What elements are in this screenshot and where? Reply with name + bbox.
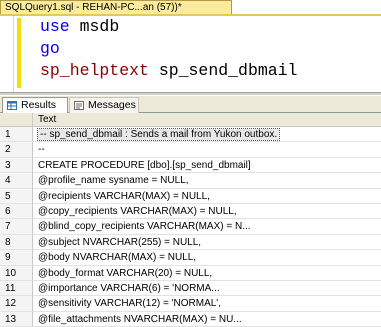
messages-icon (74, 101, 84, 110)
code-line-2: go (40, 39, 60, 58)
text-cell[interactable]: CREATE PROCEDURE [dbo].[sp_send_dbmail] (33, 158, 381, 174)
table-row[interactable]: 10 @body_format VARCHAR(20) = NULL, (0, 265, 381, 281)
column-header-text[interactable]: Text (33, 113, 381, 127)
text-cell[interactable]: @copy_recipients VARCHAR(MAX) = NULL, (33, 204, 381, 220)
results-tab-bar: Results Messages (0, 96, 381, 113)
code-area[interactable]: use msdb go sp_helptext sp_send_dbmail (40, 16, 297, 82)
tab-results-label: Results (21, 99, 57, 111)
editor-gutter (0, 16, 14, 92)
tab-messages[interactable]: Messages (69, 97, 139, 113)
row-number[interactable]: 2 (0, 142, 33, 158)
code-line-1: use msdb (40, 17, 119, 36)
text-cell[interactable]: @profile_name sysname = NULL, (33, 173, 381, 189)
code-line-3: sp_helptext sp_send_dbmail (40, 61, 297, 80)
row-number[interactable]: 12 (0, 296, 33, 312)
keyword: go (40, 39, 60, 58)
row-number[interactable]: 6 (0, 203, 33, 220)
text-cell[interactable]: -- sp_send_dbmail : Sends a mail from Yu… (33, 127, 381, 143)
tab-messages-label: Messages (88, 99, 136, 111)
grid-icon (7, 101, 17, 110)
table-row[interactable]: 3 CREATE PROCEDURE [dbo].[sp_send_dbmail] (0, 157, 381, 174)
row-number[interactable]: 3 (0, 157, 33, 174)
tab-results[interactable]: Results (2, 97, 68, 113)
procedure-name: sp_helptext (40, 61, 149, 80)
grid-corner[interactable] (0, 113, 33, 127)
row-number[interactable]: 9 (0, 250, 33, 266)
row-number[interactable]: 5 (0, 188, 33, 204)
query-editor[interactable]: use msdb go sp_helptext sp_send_dbmail (0, 16, 381, 92)
text-cell[interactable]: @body_format VARCHAR(20) = NULL, (33, 266, 381, 281)
document-tab[interactable]: SQLQuery1.sql - REHAN-PC...an (57))* (0, 0, 232, 14)
results-grid[interactable]: Text 1 -- sp_send_dbmail : Sends a mail f… (0, 113, 381, 327)
row-number[interactable]: 8 (0, 234, 33, 251)
text-cell[interactable]: @subject NVARCHAR(255) = NULL, (33, 235, 381, 251)
row-number[interactable]: 10 (0, 265, 33, 281)
change-indicator-bar (17, 18, 21, 88)
table-row[interactable]: 2 -- (0, 142, 381, 158)
row-number[interactable]: 11 (0, 280, 33, 297)
table-row[interactable]: 6 @copy_recipients VARCHAR(MAX) = NULL, (0, 203, 381, 220)
row-number[interactable]: 1 (0, 127, 33, 143)
text-cell[interactable]: @recipients VARCHAR(MAX) = NULL, (33, 189, 381, 204)
table-row[interactable]: 9 @body NVARCHAR(MAX) = NULL, (0, 250, 381, 266)
table-row[interactable]: 12 @sensitivity VARCHAR(12) = 'NORMAL', (0, 296, 381, 312)
table-row[interactable]: 7 @blind_copy_recipients VARCHAR(MAX) = … (0, 219, 381, 235)
table-row[interactable]: 5 @recipients VARCHAR(MAX) = NULL, (0, 188, 381, 204)
keyword: use (40, 17, 70, 36)
table-row[interactable]: 8 @subject NVARCHAR(255) = NULL, (0, 234, 381, 251)
table-row[interactable]: 13 @file_attachments NVARCHAR(MAX) = NU.… (0, 311, 381, 327)
grid-header: Text (0, 113, 381, 127)
grid-rows: 1 -- sp_send_dbmail : Sends a mail from Y… (0, 127, 381, 327)
procedure-argument: sp_send_dbmail (158, 61, 298, 80)
text-cell[interactable]: @importance VARCHAR(6) = 'NORMA... (33, 281, 381, 297)
database-name: msdb (79, 17, 120, 36)
text-cell[interactable]: -- (33, 142, 381, 158)
row-number[interactable]: 7 (0, 219, 33, 235)
row-number[interactable]: 4 (0, 173, 33, 189)
table-row[interactable]: 11 @importance VARCHAR(6) = 'NORMA... (0, 280, 381, 297)
text-cell[interactable]: @sensitivity VARCHAR(12) = 'NORMAL', (33, 296, 381, 312)
table-row[interactable]: 4 @profile_name sysname = NULL, (0, 173, 381, 189)
row-number[interactable]: 13 (0, 311, 33, 327)
text-cell[interactable]: @blind_copy_recipients VARCHAR(MAX) = N.… (33, 219, 381, 235)
text-cell[interactable]: @body NVARCHAR(MAX) = NULL, (33, 250, 381, 266)
table-row[interactable]: 1 -- sp_send_dbmail : Sends a mail from Y… (0, 127, 381, 143)
text-cell[interactable]: @file_attachments NVARCHAR(MAX) = NU... (33, 312, 381, 327)
